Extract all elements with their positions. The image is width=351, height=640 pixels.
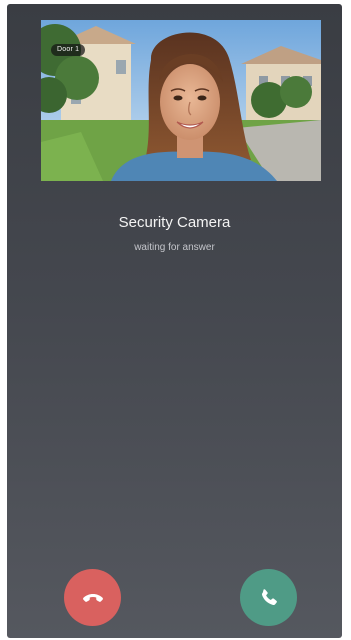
accept-call-button[interactable]: [240, 569, 297, 626]
incoming-call-screen: Door 1 Security Camera waiting for answe…: [7, 4, 342, 638]
phone-hangup-icon: [82, 593, 103, 602]
camera-feed: Door 1: [41, 20, 321, 181]
camera-label: Door 1: [51, 44, 86, 56]
phone-icon: [261, 588, 277, 605]
decline-call-button[interactable]: [64, 569, 121, 626]
caller-name: Security Camera: [118, 214, 231, 231]
call-status: waiting for answer: [134, 242, 215, 253]
camera-feed-image: [41, 20, 321, 181]
